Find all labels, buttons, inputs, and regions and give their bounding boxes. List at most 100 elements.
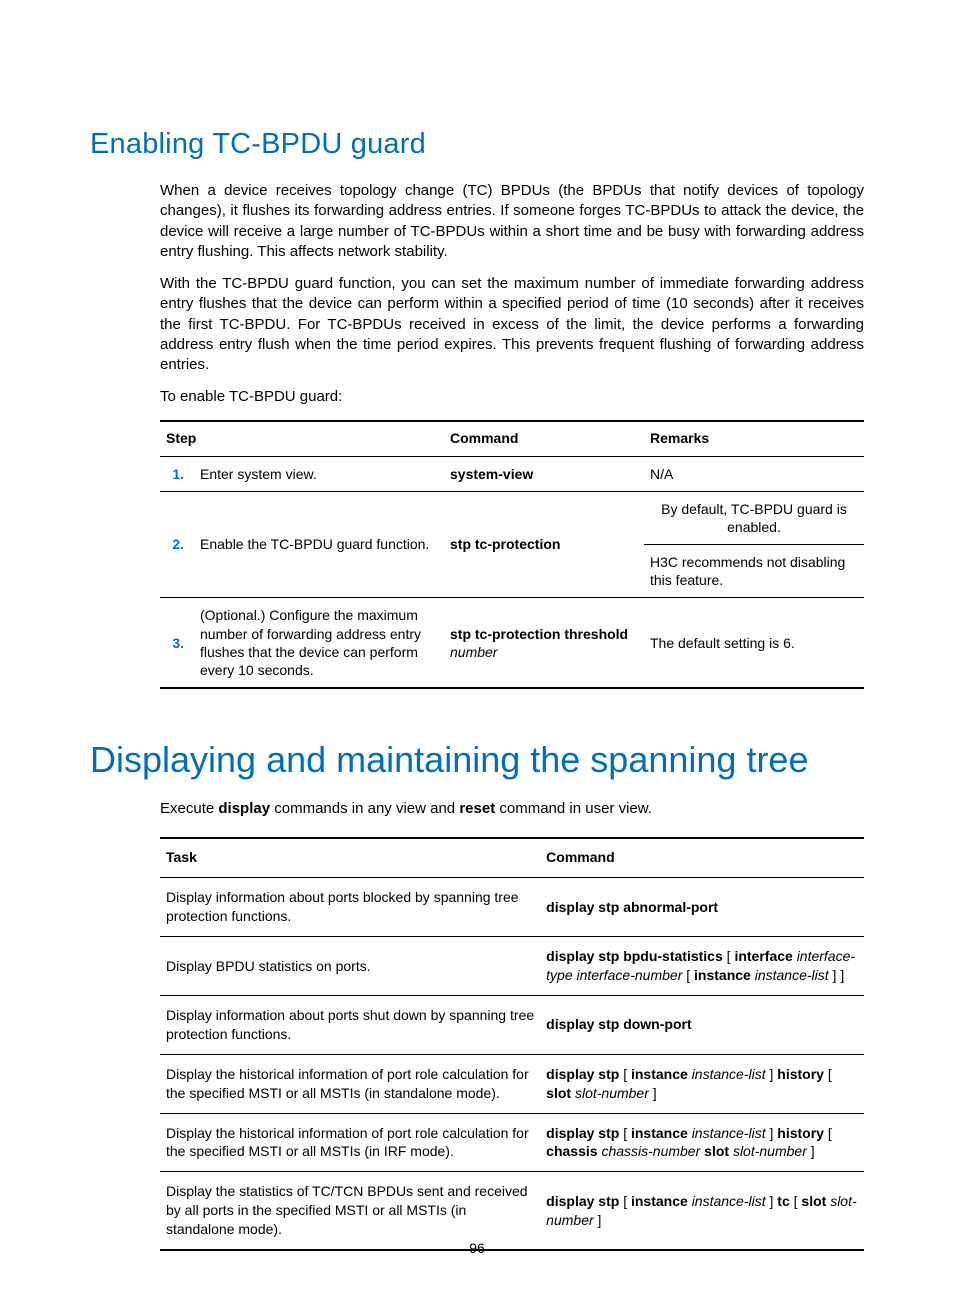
- task-command: display stp [ instance instance-list ] t…: [540, 1172, 864, 1250]
- cmd-literal: [: [619, 1066, 631, 1082]
- cmd-text: history: [777, 1066, 824, 1082]
- step-command: stp tc-protection threshold number: [444, 598, 644, 688]
- step-desc: (Optional.) Configure the maximum number…: [194, 598, 444, 688]
- cmd-arg: instance-list: [692, 1125, 766, 1141]
- cmd-text: display stp: [546, 1193, 619, 1209]
- cmd-literal: ]: [766, 1066, 778, 1082]
- table-row: Display information about ports blocked …: [160, 878, 864, 937]
- col-task: Task: [160, 838, 540, 878]
- task-command: display stp down-port: [540, 996, 864, 1055]
- cmd-literal: ]: [766, 1193, 778, 1209]
- task-command: display stp abnormal-port: [540, 878, 864, 937]
- cmd-arg: instance-list: [692, 1066, 766, 1082]
- cmd-text: instance: [694, 967, 751, 983]
- section2-body: Execute display commands in any view and…: [160, 799, 864, 1251]
- cmd-text: slot: [704, 1143, 729, 1159]
- table-header-row: Task Command: [160, 838, 864, 878]
- paragraph: With the TC-BPDU guard function, you can…: [160, 274, 864, 375]
- cmd-literal: [: [682, 967, 694, 983]
- page: Enabling TC-BPDU guard When a device rec…: [0, 0, 954, 1296]
- col-command: Command: [540, 838, 864, 878]
- cmd-text: history: [777, 1125, 824, 1141]
- cmd-literal: [: [619, 1193, 631, 1209]
- cmd-literal: [: [723, 948, 735, 964]
- cmd-arg: number: [450, 644, 497, 660]
- table-row: Display the historical information of po…: [160, 1113, 864, 1172]
- table-row: Display information about ports shut dow…: [160, 996, 864, 1055]
- text: commands in any view and: [270, 800, 459, 817]
- task-command: display stp [ instance instance-list ] h…: [540, 1054, 864, 1113]
- cmd-text: interface: [734, 948, 792, 964]
- cmd-literal: [: [619, 1125, 631, 1141]
- paragraph: To enable TC-BPDU guard:: [160, 387, 864, 407]
- step-number: 2.: [160, 491, 194, 598]
- cmd-text: display stp: [546, 1125, 619, 1141]
- task-desc: Display the historical information of po…: [160, 1054, 540, 1113]
- paragraph: When a device receives topology change (…: [160, 181, 864, 262]
- cmd-text: display stp abnormal-port: [546, 899, 718, 915]
- col-step: Step: [160, 421, 444, 457]
- task-desc: Display the statistics of TC/TCN BPDUs s…: [160, 1172, 540, 1250]
- table-row: 2. Enable the TC-BPDU guard function. st…: [160, 491, 864, 598]
- step-desc: Enable the TC-BPDU guard function.: [194, 491, 444, 598]
- cmd-arg: instance-list: [755, 967, 829, 983]
- cmd-literal: [: [790, 1193, 802, 1209]
- page-number: 96: [0, 1240, 954, 1256]
- task-desc: Display the historical information of po…: [160, 1113, 540, 1172]
- paragraph: Execute display commands in any view and…: [160, 799, 864, 819]
- text-bold: display: [218, 800, 270, 817]
- cmd-literal: [: [824, 1066, 832, 1082]
- text-bold: reset: [459, 800, 495, 817]
- cmd-literal: [: [824, 1125, 832, 1141]
- cmd-text: display stp down-port: [546, 1016, 691, 1032]
- step-number: 3.: [160, 598, 194, 688]
- cmd-arg: chassis-number: [601, 1143, 700, 1159]
- table-row: Display the historical information of po…: [160, 1054, 864, 1113]
- step-remarks: The default setting is 6.: [644, 598, 864, 688]
- section1-body: When a device receives topology change (…: [160, 181, 864, 689]
- step-desc: Enter system view.: [194, 456, 444, 491]
- task-command: display stp [ instance instance-list ] h…: [540, 1113, 864, 1172]
- step-remarks: N/A: [644, 456, 864, 491]
- task-desc: Display information about ports blocked …: [160, 878, 540, 937]
- step-command: system-view: [444, 456, 644, 491]
- tasks-table: Task Command Display information about p…: [160, 837, 864, 1251]
- table-header-row: Step Command Remarks: [160, 421, 864, 457]
- text: command in user view.: [495, 800, 652, 817]
- cmd-text: slot: [801, 1193, 826, 1209]
- steps-table: Step Command Remarks 1. Enter system vie…: [160, 420, 864, 690]
- cmd-text: slot: [546, 1085, 571, 1101]
- table-row: Display BPDU statistics on ports.display…: [160, 937, 864, 996]
- col-command: Command: [444, 421, 644, 457]
- chapter-heading-display: Displaying and maintaining the spanning …: [90, 739, 864, 781]
- cmd-literal: ] ]: [829, 967, 845, 983]
- cmd-text: system-view: [450, 466, 533, 482]
- table-row: Display the statistics of TC/TCN BPDUs s…: [160, 1172, 864, 1250]
- cmd-text: stp tc-protection: [450, 536, 560, 552]
- cmd-literal: ]: [807, 1143, 815, 1159]
- section-heading-tc-bpdu: Enabling TC-BPDU guard: [90, 128, 864, 161]
- table-row: 1. Enter system view. system-view N/A: [160, 456, 864, 491]
- cmd-literal: ]: [649, 1085, 657, 1101]
- step-remarks: By default, TC-BPDU guard is enabled. H3…: [644, 491, 864, 598]
- cmd-text: instance: [631, 1193, 688, 1209]
- step-command: stp tc-protection: [444, 491, 644, 598]
- cmd-text: display stp bpdu-statistics: [546, 948, 723, 964]
- table-row: 3. (Optional.) Configure the maximum num…: [160, 598, 864, 688]
- cmd-arg: slot-number: [733, 1143, 807, 1159]
- cmd-text: chassis: [546, 1143, 597, 1159]
- cmd-literal: ]: [594, 1212, 602, 1228]
- cmd-arg: slot-number: [575, 1085, 649, 1101]
- task-command: display stp bpdu-statistics [ interface …: [540, 937, 864, 996]
- cmd-text: display stp: [546, 1066, 619, 1082]
- cmd-literal: ]: [766, 1125, 778, 1141]
- task-desc: Display BPDU statistics on ports.: [160, 937, 540, 996]
- cmd-text: instance: [631, 1066, 688, 1082]
- step-number: 1.: [160, 456, 194, 491]
- cmd-text: tc: [777, 1193, 789, 1209]
- col-remarks: Remarks: [644, 421, 864, 457]
- task-desc: Display information about ports shut dow…: [160, 996, 540, 1055]
- cmd-text: instance: [631, 1125, 688, 1141]
- cmd-arg: instance-list: [692, 1193, 766, 1209]
- remark-line: By default, TC-BPDU guard is enabled.: [644, 492, 864, 545]
